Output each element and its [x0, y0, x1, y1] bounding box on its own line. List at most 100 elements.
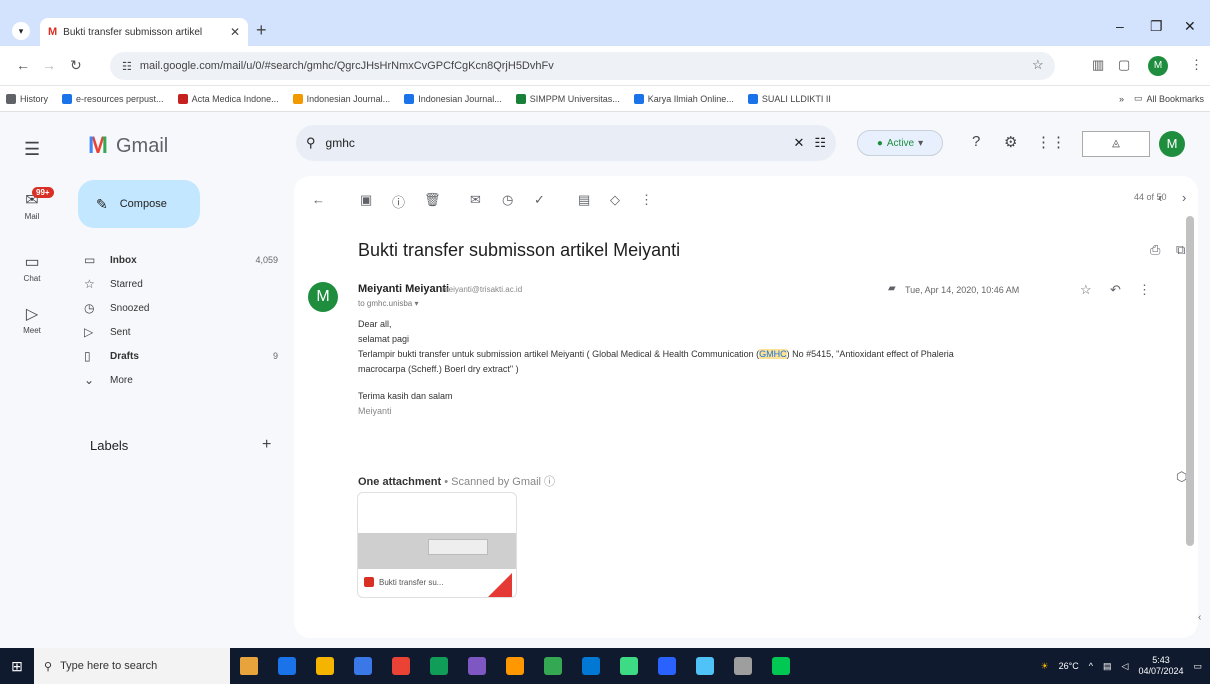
search-bar[interactable]: ⚲ gmhc ✕ ☷ — [296, 125, 836, 161]
search-icon[interactable]: ⚲ — [306, 135, 316, 151]
rail-chat[interactable]: ▭ Chat — [6, 252, 58, 283]
tab-close-icon[interactable]: ✕ — [230, 25, 240, 39]
main-menu-icon[interactable]: ☰ — [24, 139, 40, 160]
taskbar-app-icon[interactable] — [534, 648, 572, 684]
add-task-icon[interactable]: ✓ — [534, 192, 545, 208]
rail-meet[interactable]: ▷ Meet — [6, 304, 58, 335]
new-tab-button[interactable]: + — [256, 20, 267, 41]
nav-item-more[interactable]: ⌄ More — [74, 367, 284, 393]
nav-item-snoozed[interactable]: ◷ Snoozed — [74, 295, 284, 321]
nav-item-starred[interactable]: ☆ Starred — [74, 271, 284, 297]
bookmark-item[interactable]: Indonesian Journal... — [292, 93, 390, 104]
windows-start-icon[interactable]: ⊞ — [0, 648, 34, 684]
notifications-icon[interactable]: ▭ — [1193, 661, 1202, 672]
taskbar-app-icon[interactable] — [268, 648, 306, 684]
taskbar-app-icon[interactable] — [420, 648, 458, 684]
volume-icon[interactable]: ◁ — [1122, 661, 1129, 672]
more-actions-icon[interactable]: ⋮ — [640, 192, 653, 208]
taskbar-search[interactable]: ⚲ Type here to search — [34, 648, 230, 684]
taskbar-app-icon[interactable] — [306, 648, 344, 684]
nav-item-sent[interactable]: ▷ Sent — [74, 319, 284, 345]
taskbar-app-icon[interactable] — [496, 648, 534, 684]
minimize-icon[interactable]: – — [1116, 18, 1124, 34]
bookmark-item[interactable]: SIMPPM Universitas... — [515, 93, 620, 104]
tab-search-icon[interactable]: ▾ — [12, 22, 30, 40]
settings-gear-icon[interactable]: ⚙ — [1004, 133, 1017, 151]
search-input[interactable]: gmhc — [326, 136, 784, 150]
site-info-icon[interactable]: ☷ — [122, 60, 132, 73]
star-icon[interactable]: ☆ — [1080, 282, 1092, 298]
taskbar-app-icon[interactable] — [686, 648, 724, 684]
restore-icon[interactable]: ❐ — [1150, 18, 1163, 35]
search-options-icon[interactable]: ☷ — [814, 135, 826, 151]
taskbar-app-icon[interactable] — [648, 648, 686, 684]
sidepanel-icon[interactable]: ▥ — [1092, 57, 1104, 73]
tab-title: Bukti transfer submisson artikel — [63, 26, 203, 38]
bookmarks-bar: History e-resources perpust... Acta Medica… — [0, 86, 1210, 112]
report-spam-icon[interactable]: ⓘ — [392, 192, 405, 211]
bookmark-item[interactable]: History — [6, 93, 48, 104]
forward-icon[interactable]: → — [42, 57, 56, 73]
taskbar-app-icon[interactable] — [344, 648, 382, 684]
nav-item-drafts[interactable]: ▯ Drafts 9 — [74, 343, 284, 369]
browser-tab[interactable]: M Bukti transfer submisson artikel ✕ — [40, 18, 248, 46]
attachment-thumbnail[interactable]: Bukti transfer su... — [357, 492, 517, 598]
recipient-line[interactable]: to gmhc.unisba ▾ — [358, 299, 419, 308]
back-to-search-icon[interactable]: ← — [312, 192, 325, 207]
gmail-logo-icon: M — [88, 132, 108, 159]
organization-logo[interactable]: ◬ — [1082, 131, 1150, 157]
scrollbar[interactable] — [1186, 216, 1194, 546]
back-icon[interactable]: ← — [16, 57, 30, 73]
bookmark-item[interactable]: Indonesian Journal... — [404, 93, 502, 104]
tray-overflow-icon[interactable]: ^ — [1089, 661, 1093, 671]
address-bar[interactable]: ☷ mail.google.com/mail/u/0/#search/gmhc/… — [110, 52, 1055, 80]
reply-icon[interactable]: ↶ — [1110, 282, 1121, 298]
taskbar-app-icon[interactable] — [724, 648, 762, 684]
taskbar-app-icon[interactable] — [458, 648, 496, 684]
bookmark-item[interactable]: Karya Ilmiah Online... — [633, 93, 734, 104]
newer-icon[interactable]: ‹ — [1158, 190, 1162, 205]
print-icon[interactable]: ⎙ — [1150, 242, 1160, 258]
label-icon[interactable]: ◇ — [610, 192, 620, 208]
mark-unread-icon[interactable]: ✉ — [470, 192, 481, 208]
apps-grid-icon[interactable]: ⋮⋮ — [1036, 133, 1066, 151]
window-close-icon[interactable]: ✕ — [1184, 18, 1196, 35]
taskbar-app-icon[interactable] — [572, 648, 610, 684]
help-icon[interactable]: ? — [972, 133, 980, 150]
nav-item-inbox[interactable]: ▭ Inbox 4,059 — [74, 247, 284, 273]
browser-profile-avatar[interactable]: M — [1148, 56, 1168, 76]
snooze-icon[interactable]: ◷ — [502, 192, 513, 208]
status-button[interactable]: ● Active ▾ — [857, 130, 943, 156]
taskbar-app-icon[interactable] — [762, 648, 800, 684]
network-icon[interactable]: ▤ — [1103, 661, 1112, 672]
archive-icon[interactable]: ▣ — [360, 192, 372, 208]
bookmark-item[interactable]: SUALI LLDIKTI II — [747, 93, 831, 104]
move-to-icon[interactable]: ▤ — [578, 192, 590, 208]
weather-icon[interactable]: ☀ — [1041, 661, 1049, 672]
reload-icon[interactable]: ↻ — [70, 57, 82, 74]
more-bookmarks-icon[interactable]: » — [1119, 94, 1124, 104]
bookmark-item[interactable]: Acta Medica Indone... — [177, 93, 279, 104]
older-icon[interactable]: › — [1182, 190, 1186, 205]
account-avatar[interactable]: M — [1159, 131, 1185, 157]
message-more-icon[interactable]: ⋮ — [1138, 282, 1151, 298]
side-panel-toggle-icon[interactable]: ‹ — [1198, 612, 1201, 623]
extensions-icon[interactable]: ▢ — [1118, 57, 1130, 73]
temperature[interactable]: 26°C — [1059, 661, 1079, 671]
add-label-icon[interactable]: + — [262, 436, 271, 454]
all-bookmarks[interactable]: ▭ All Bookmarks — [1134, 93, 1204, 104]
taskbar-app-icon[interactable] — [610, 648, 648, 684]
sender-avatar[interactable]: M — [308, 282, 338, 312]
bookmark-star-icon[interactable]: ☆ — [1032, 57, 1044, 73]
browser-menu-icon[interactable]: ⋮ — [1190, 57, 1203, 73]
bookmark-item[interactable]: e-resources perpust... — [62, 93, 164, 104]
compose-button[interactable]: ✎ Compose — [78, 180, 200, 228]
open-new-window-icon[interactable]: ⧉ — [1176, 242, 1185, 258]
taskbar-app-icon[interactable] — [382, 648, 420, 684]
sender-name[interactable]: Meiyanti Meiyanti — [358, 283, 449, 295]
clear-search-icon[interactable]: ✕ — [793, 135, 804, 151]
clock[interactable]: 5:43 04/07/2024 — [1138, 655, 1183, 677]
delete-icon[interactable]: 🗑 — [424, 192, 441, 208]
taskbar-app-icon[interactable] — [230, 648, 268, 684]
gmail-logo[interactable]: M Gmail — [88, 132, 168, 160]
